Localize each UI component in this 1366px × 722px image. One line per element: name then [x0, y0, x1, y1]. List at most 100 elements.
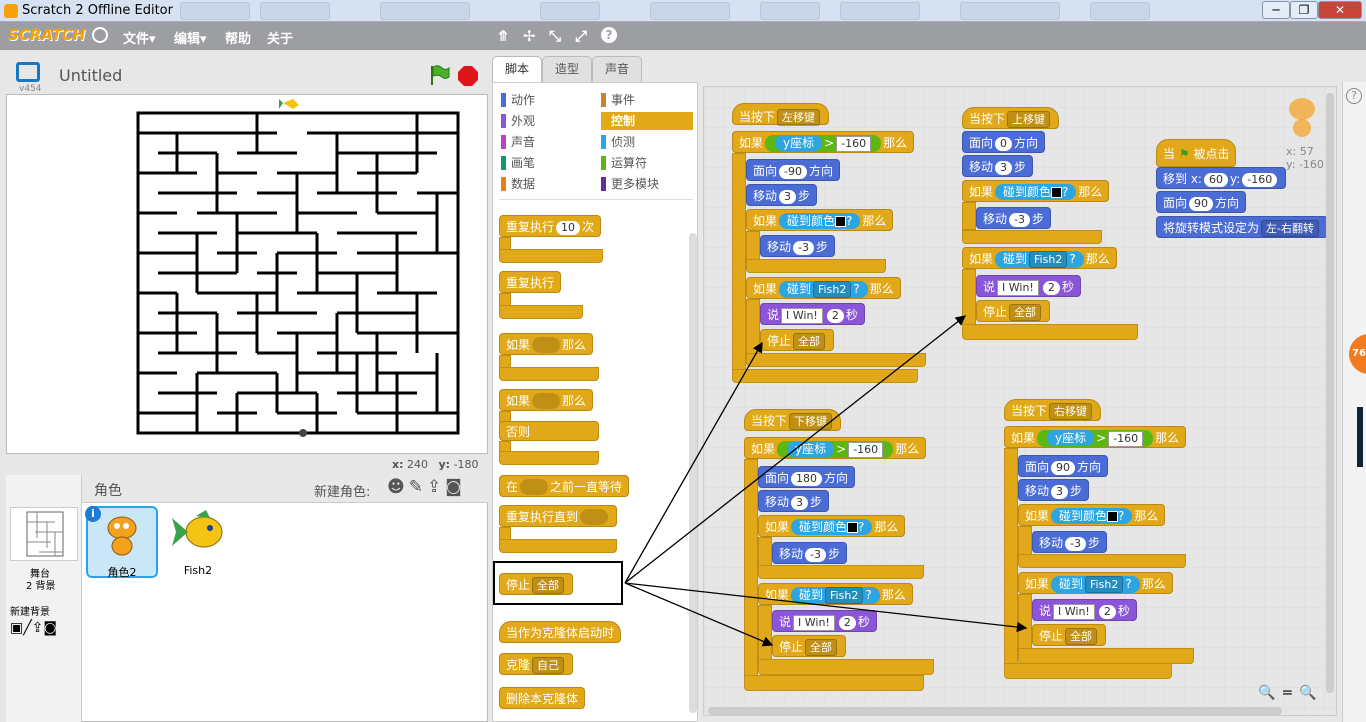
if-touching-block[interactable]: 如果 碰到 Fish2? 那么: [1018, 572, 1173, 594]
when-key-pressed-hat[interactable]: 当按下 左移键: [732, 103, 830, 126]
key-dropdown[interactable]: 左移键: [777, 109, 821, 126]
say-seconds[interactable]: 2: [826, 309, 844, 323]
repeat-until-block[interactable]: 重复执行直到: [499, 505, 618, 527]
repeat-count[interactable]: 10: [556, 221, 581, 235]
help-tool-icon[interactable]: ?: [601, 27, 617, 43]
move-steps-block[interactable]: 移动 3 步: [758, 490, 830, 512]
move-steps-block[interactable]: 移动 3 步: [746, 184, 818, 206]
if-touch-color-block[interactable]: 如果 碰到颜色? 那么: [962, 180, 1110, 202]
when-key-pressed-hat[interactable]: 当按下 右移键: [1004, 399, 1102, 421]
stop-option[interactable]: 全部: [1065, 628, 1098, 645]
when-clone-start-block[interactable]: 当作为克隆体启动时: [499, 621, 622, 643]
sprite-tile-fish[interactable]: Fish2: [162, 506, 234, 578]
project-title[interactable]: Untitled: [59, 66, 122, 85]
sprite-tile-cat[interactable]: i 角色2: [85, 506, 158, 579]
compare-value[interactable]: -160: [848, 442, 884, 458]
if-touch-color-block[interactable]: 如果 碰到颜色? 那么: [758, 515, 906, 537]
notification-badge[interactable]: 76: [1349, 334, 1366, 374]
menu-file[interactable]: 文件▾: [123, 28, 156, 47]
x-value[interactable]: 60: [1203, 173, 1228, 187]
move-back-block[interactable]: 移动 -3 步: [760, 235, 835, 257]
draw-backdrop-icon[interactable]: ╱: [23, 620, 31, 636]
point-direction-block[interactable]: 面向 0 方向: [962, 131, 1046, 153]
when-key-pressed-hat[interactable]: 当按下 上移键: [962, 107, 1060, 129]
category-sound[interactable]: 声音: [501, 133, 593, 151]
menu-edit[interactable]: 编辑▾: [174, 28, 207, 47]
if-touching-block[interactable]: 如果 碰到 Fish2? 那么: [962, 247, 1117, 269]
if-touch-color-block[interactable]: 如果 碰到颜色? 那么: [1018, 504, 1166, 526]
when-key-pressed-hat[interactable]: 当按下 下移键: [744, 409, 842, 431]
stop-option[interactable]: 全部: [805, 639, 838, 656]
touch-target[interactable]: Fish2: [825, 587, 864, 604]
stage-thumbnail[interactable]: [10, 507, 78, 561]
info-icon[interactable]: i: [85, 506, 101, 522]
scripts-area[interactable]: x: 57 y: -160 当按下 左移键 如果 y座标 > -160 那么 面向 -90 方…: [703, 86, 1337, 716]
if-block[interactable]: 如果 y座标 > -160 那么: [1004, 426, 1187, 448]
move-steps-block[interactable]: 移动 3 步: [1018, 479, 1090, 501]
category-control[interactable]: 控制: [601, 112, 693, 130]
zoom-out-icon[interactable]: 🔍: [1258, 685, 1281, 701]
menu-about[interactable]: 关于: [267, 28, 293, 47]
category-operators[interactable]: 运算符: [601, 154, 693, 172]
zoom-reset-icon[interactable]: =: [1281, 685, 1299, 701]
rotation-option[interactable]: 左-右翻转: [1261, 220, 1319, 237]
y-value[interactable]: -160: [1242, 173, 1278, 187]
clone-option[interactable]: 自己: [532, 657, 565, 674]
if-block[interactable]: 如果 y座标 > -160 那么: [744, 437, 927, 459]
point-direction-block[interactable]: 面向 -90 方向: [746, 159, 840, 181]
if-touching-block[interactable]: 如果 碰到 Fish2? 那么: [746, 277, 901, 299]
direction-value[interactable]: 0: [995, 137, 1013, 151]
steps-value[interactable]: 3: [995, 161, 1013, 175]
set-rotation-style-block[interactable]: 将旋转模式设定为 左-右翻转: [1156, 216, 1328, 238]
repeat-block[interactable]: 重复执行 10 次: [499, 215, 602, 237]
paint-sprite-icon[interactable]: ✎: [409, 477, 427, 497]
if-touch-color-block[interactable]: 如果 碰到颜色? 那么: [746, 209, 894, 231]
compare-value[interactable]: -160: [836, 136, 872, 152]
steps-value[interactable]: -3: [805, 548, 826, 562]
minimize-button[interactable]: ─: [1262, 1, 1290, 19]
category-data[interactable]: 数据: [501, 175, 593, 193]
stop-option[interactable]: 全部: [532, 577, 565, 594]
steps-value[interactable]: -3: [793, 241, 814, 255]
green-flag-icon[interactable]: [428, 64, 450, 89]
steps-value[interactable]: 3: [791, 496, 809, 510]
category-more-blocks[interactable]: 更多模块: [601, 175, 693, 193]
say-text[interactable]: I Win!: [997, 280, 1039, 296]
say-block[interactable]: 说I Win! 2 秒: [760, 303, 865, 325]
touch-target[interactable]: Fish2: [1085, 576, 1124, 593]
direction-value[interactable]: 180: [791, 472, 823, 486]
stop-all-block[interactable]: 停止 全部: [772, 635, 847, 657]
tab-costumes[interactable]: 造型: [542, 56, 592, 82]
say-seconds[interactable]: 2: [1042, 281, 1060, 295]
category-motion[interactable]: 动作: [501, 91, 593, 109]
paint-backdrop-icon[interactable]: ▣: [10, 620, 23, 636]
camera-backdrop-icon[interactable]: ◙: [43, 620, 57, 636]
category-events[interactable]: 事件: [601, 91, 693, 109]
upload-backdrop-icon[interactable]: ⇪: [32, 620, 44, 636]
touch-target[interactable]: Fish2: [813, 281, 852, 298]
compare-value[interactable]: -160: [1108, 431, 1144, 447]
direction-value[interactable]: 90: [1189, 197, 1214, 211]
say-text[interactable]: I Win!: [1053, 604, 1095, 620]
steps-value[interactable]: 3: [1051, 485, 1069, 499]
steps-value[interactable]: 3: [779, 190, 797, 204]
key-dropdown[interactable]: 上移键: [1007, 111, 1051, 128]
when-flag-clicked-hat[interactable]: 当 ⚑ 被点击: [1156, 139, 1237, 167]
sprite-library-icon[interactable]: ☻: [387, 477, 409, 497]
clone-block[interactable]: 克隆 自己: [499, 653, 574, 675]
category-looks[interactable]: 外观: [501, 112, 593, 130]
say-block[interactable]: 说I Win! 2 秒: [1032, 599, 1137, 621]
stop-option[interactable]: 全部: [793, 333, 826, 350]
delete-clone-block[interactable]: 删除本克隆体: [499, 687, 586, 709]
delete-tool-icon[interactable]: ✢: [523, 27, 536, 45]
if-touching-block[interactable]: 如果 碰到 Fish2? 那么: [758, 583, 913, 605]
stop-all-block[interactable]: 停止 全部: [1032, 624, 1107, 646]
grow-tool-icon[interactable]: ⤡: [549, 27, 561, 45]
stop-all-block[interactable]: 停止 全部: [760, 329, 835, 351]
category-pen[interactable]: 画笔: [501, 154, 593, 172]
menu-help[interactable]: 帮助: [225, 28, 251, 47]
move-back-block[interactable]: 移动 -3 步: [1032, 531, 1107, 553]
if-else-block[interactable]: 如果 那么: [499, 389, 594, 411]
move-steps-block[interactable]: 移动 3 步: [962, 155, 1034, 177]
say-seconds[interactable]: 2: [1098, 605, 1116, 619]
